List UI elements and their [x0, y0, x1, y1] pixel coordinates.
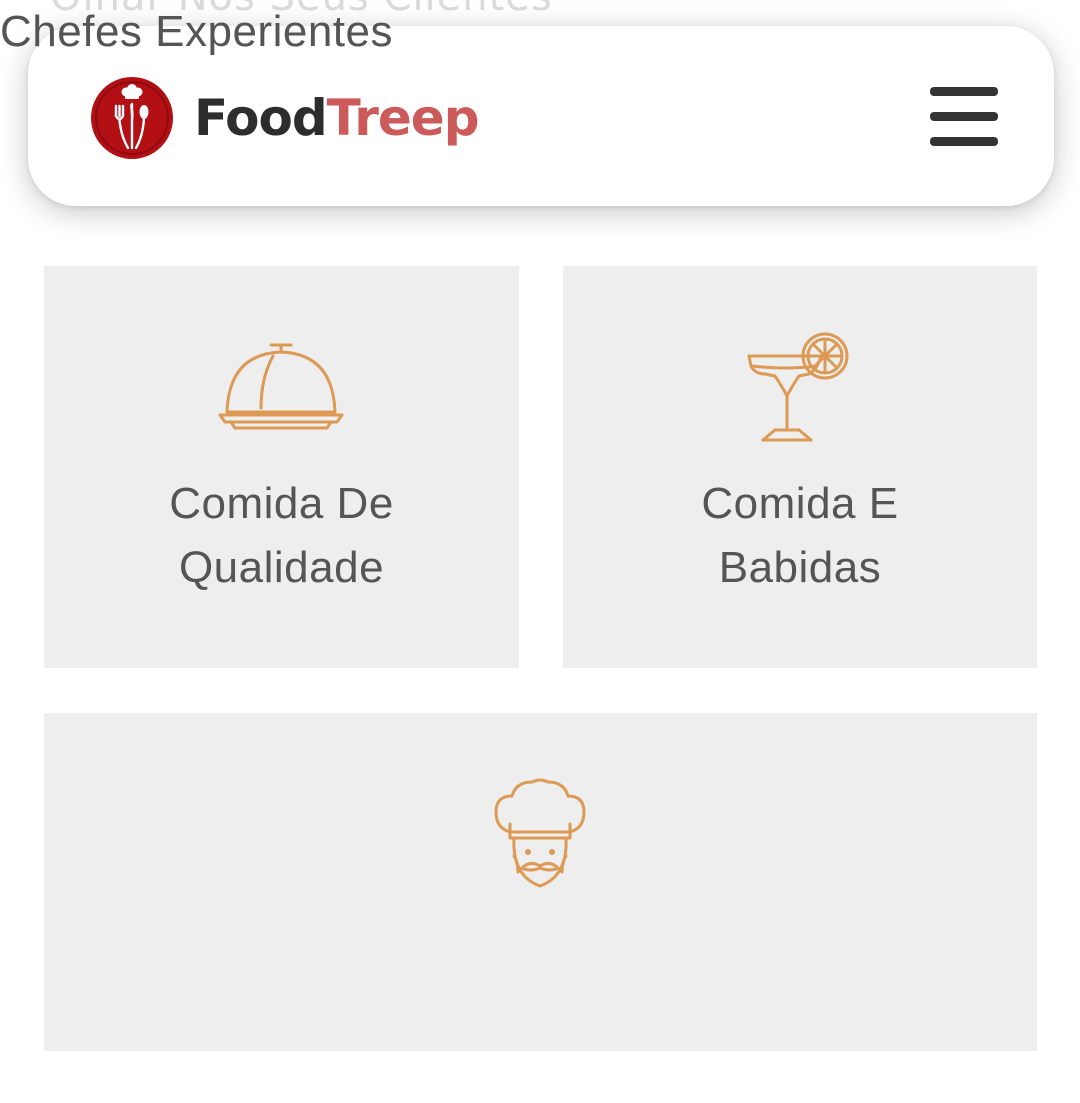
brand-link[interactable]: FoodTreep — [90, 76, 480, 160]
menu-bar-middle — [930, 112, 998, 121]
chef-hat-cutlery-logo-icon — [91, 77, 173, 159]
card-title-line: Comida E — [701, 479, 899, 528]
menu-bar-top — [930, 87, 998, 96]
card-title-line: Babidas — [718, 543, 882, 592]
card-title-line: Qualidade — [178, 543, 385, 592]
card-title-food-drinks: Comida E Babidas — [563, 472, 1037, 600]
chef-icon — [494, 778, 586, 888]
cloche-icon — [218, 343, 344, 430]
feature-card-quality-food — [44, 266, 519, 668]
brand-name-part1: Food — [194, 89, 328, 147]
card-title-experienced-chefs: Chefes Experientes — [0, 7, 393, 56]
menu-bar-bottom — [930, 137, 998, 146]
card-title-quality-food: Comida De Qualidade — [44, 472, 519, 600]
card-title-line: Comida De — [169, 479, 394, 528]
brand-name-part2: Treep — [326, 89, 480, 147]
hamburger-menu-icon[interactable] — [930, 84, 1000, 150]
cocktail-icon — [747, 332, 849, 442]
feature-card-food-drinks — [563, 266, 1037, 668]
page: Olhar Nós Seus Clientes — [0, 0, 1080, 1103]
brand-name: FoodTreep — [194, 93, 480, 143]
